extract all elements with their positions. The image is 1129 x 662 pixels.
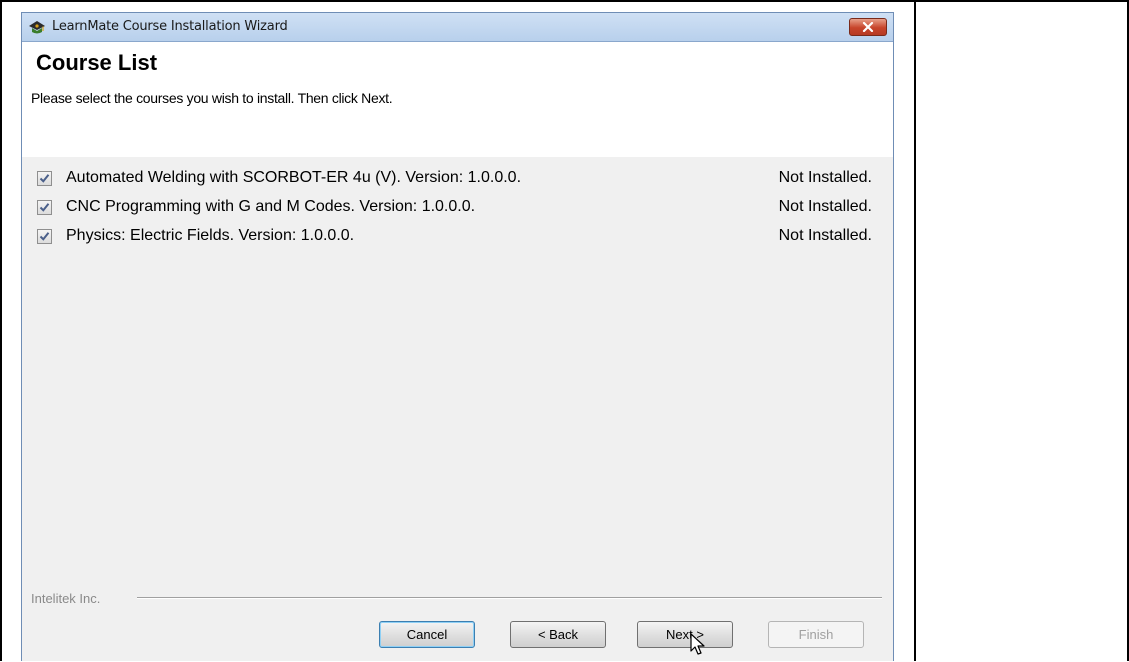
- checkmark-icon: [39, 174, 50, 183]
- course-row[interactable]: CNC Programming with G and M Codes. Vers…: [22, 194, 893, 223]
- next-button[interactable]: Next >: [637, 621, 733, 648]
- instructions-text: Please select the courses you wish to in…: [31, 90, 393, 106]
- course-row[interactable]: Physics: Electric Fields. Version: 1.0.0…: [22, 223, 893, 252]
- cancel-button[interactable]: Cancel: [379, 621, 475, 648]
- course-name: Automated Welding with SCORBOT-ER 4u (V)…: [66, 169, 522, 186]
- course-checkbox[interactable]: [37, 200, 52, 215]
- footer-separator: [137, 597, 882, 599]
- course-status: Not Installed.: [778, 169, 872, 186]
- checkmark-icon: [39, 203, 50, 212]
- course-row[interactable]: Automated Welding with SCORBOT-ER 4u (V)…: [22, 165, 893, 194]
- wizard-window: LearnMate Course Installation Wizard Cou…: [21, 12, 894, 661]
- company-label: Intelitek Inc.: [31, 591, 101, 606]
- checkmark-icon: [39, 232, 50, 241]
- course-status: Not Installed.: [778, 198, 872, 215]
- header-panel: Course List Please select the courses yo…: [22, 42, 893, 157]
- finish-button[interactable]: Finish: [768, 621, 864, 648]
- close-icon: [862, 22, 874, 32]
- close-button[interactable]: [849, 18, 887, 36]
- course-name: CNC Programming with G and M Codes. Vers…: [66, 198, 476, 215]
- back-button[interactable]: < Back: [510, 621, 606, 648]
- title-bar[interactable]: LearnMate Course Installation Wizard: [22, 13, 893, 42]
- course-name: Physics: Electric Fields. Version: 1.0.0…: [66, 227, 355, 244]
- page-title: Course List: [36, 50, 158, 75]
- course-checkbox[interactable]: [37, 229, 52, 244]
- course-status: Not Installed.: [778, 227, 872, 244]
- frame-divider: [914, 0, 916, 661]
- course-checkbox[interactable]: [37, 171, 52, 186]
- course-list: Automated Welding with SCORBOT-ER 4u (V)…: [22, 165, 893, 252]
- window-title: LearnMate Course Installation Wizard: [52, 19, 288, 34]
- learnmate-app-icon: [28, 19, 46, 35]
